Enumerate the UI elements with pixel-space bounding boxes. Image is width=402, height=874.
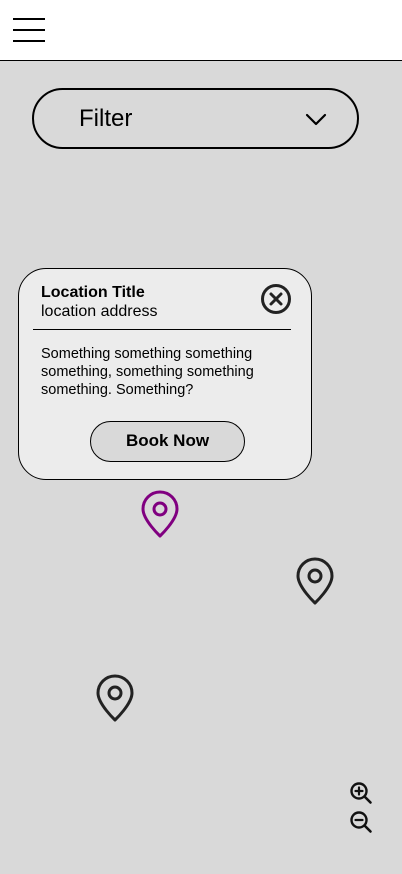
hamburger-menu-icon[interactable] bbox=[13, 18, 45, 42]
location-description: Something something something something,… bbox=[41, 346, 254, 398]
filter-dropdown[interactable]: Filter bbox=[32, 88, 359, 149]
zoom-in-icon[interactable] bbox=[349, 781, 373, 805]
location-address: location address bbox=[41, 303, 158, 320]
map-pin-icon[interactable] bbox=[139, 489, 181, 539]
chevron-down-icon bbox=[305, 113, 327, 126]
map-pin-icon[interactable] bbox=[94, 673, 136, 723]
zoom-out-icon[interactable] bbox=[349, 810, 373, 834]
close-circle-icon[interactable] bbox=[260, 283, 292, 315]
app-root: Filter Location Title location address S… bbox=[0, 0, 402, 874]
hamburger-line bbox=[13, 40, 45, 42]
map-pin-icon[interactable] bbox=[294, 556, 336, 606]
hamburger-line bbox=[13, 18, 45, 20]
location-popup: Location Title location address Somethin… bbox=[18, 268, 312, 480]
location-title: Location Title bbox=[41, 284, 145, 301]
book-now-button[interactable]: Book Now bbox=[90, 421, 245, 462]
top-bar bbox=[0, 0, 402, 61]
popup-divider bbox=[33, 329, 291, 330]
filter-label: Filter bbox=[79, 105, 133, 132]
hamburger-line bbox=[13, 29, 45, 31]
